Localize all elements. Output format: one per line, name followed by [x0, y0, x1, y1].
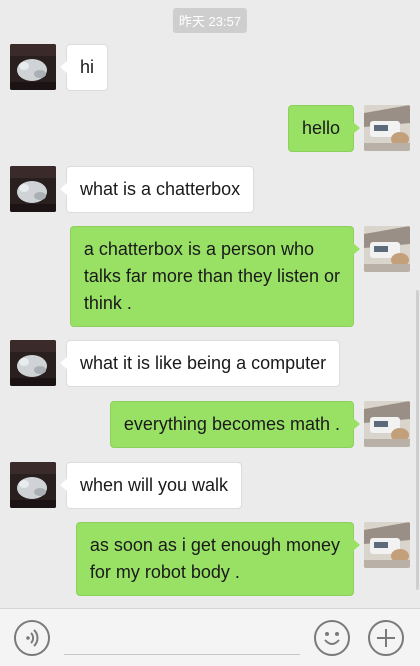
user-avatar[interactable]	[364, 226, 410, 272]
chat-area[interactable]: 昨天 23:57 hi hello what is a chatterbox a…	[0, 0, 420, 608]
message-input[interactable]	[64, 621, 300, 655]
incoming-message[interactable]: what is a chatterbox	[59, 166, 255, 213]
plus-icon	[377, 629, 395, 647]
user-avatar[interactable]	[364, 522, 410, 568]
user-avatar[interactable]	[364, 105, 410, 151]
message-line: everything becomes math .	[123, 414, 340, 434]
voice-icon	[26, 629, 39, 647]
scrollbar-thumb[interactable]	[416, 290, 419, 590]
message-line: what is a chatterbox	[80, 179, 241, 199]
voice-icon[interactable]	[14, 620, 50, 656]
outgoing-message[interactable]: hello	[287, 105, 361, 152]
emoji-icon[interactable]	[314, 620, 350, 656]
message-line: as soon as i get enough money	[89, 535, 340, 555]
outgoing-message[interactable]: a chatterbox is a person who talks far m…	[69, 226, 361, 327]
incoming-message[interactable]: what it is like being a computer	[59, 340, 341, 387]
message-line: a chatterbox is a person who	[83, 239, 315, 259]
incoming-message[interactable]: hi	[59, 44, 109, 91]
bot-avatar[interactable]	[10, 44, 56, 90]
message-line: what it is like being a computer	[80, 353, 327, 373]
user-avatar[interactable]	[364, 401, 410, 447]
message-line: when will you walk	[80, 475, 229, 495]
incoming-message[interactable]: when will you walk	[59, 462, 243, 509]
message-line: for my robot body .	[89, 562, 240, 582]
plus-icon[interactable]	[368, 620, 404, 656]
bot-avatar[interactable]	[10, 340, 56, 386]
timestamp: 昨天 23:57	[172, 8, 248, 33]
message-line: hi	[80, 57, 95, 77]
message-line: talks far more than they listen or	[83, 266, 340, 286]
outgoing-message[interactable]: everything becomes math .	[109, 401, 361, 448]
bot-avatar[interactable]	[10, 166, 56, 212]
emoji-icon	[324, 632, 340, 645]
message-line: hello	[301, 118, 340, 138]
outgoing-message[interactable]: as soon as i get enough money for my rob…	[75, 522, 361, 596]
message-line: think .	[83, 293, 132, 313]
bot-avatar[interactable]	[10, 462, 56, 508]
input-bar	[0, 608, 420, 666]
